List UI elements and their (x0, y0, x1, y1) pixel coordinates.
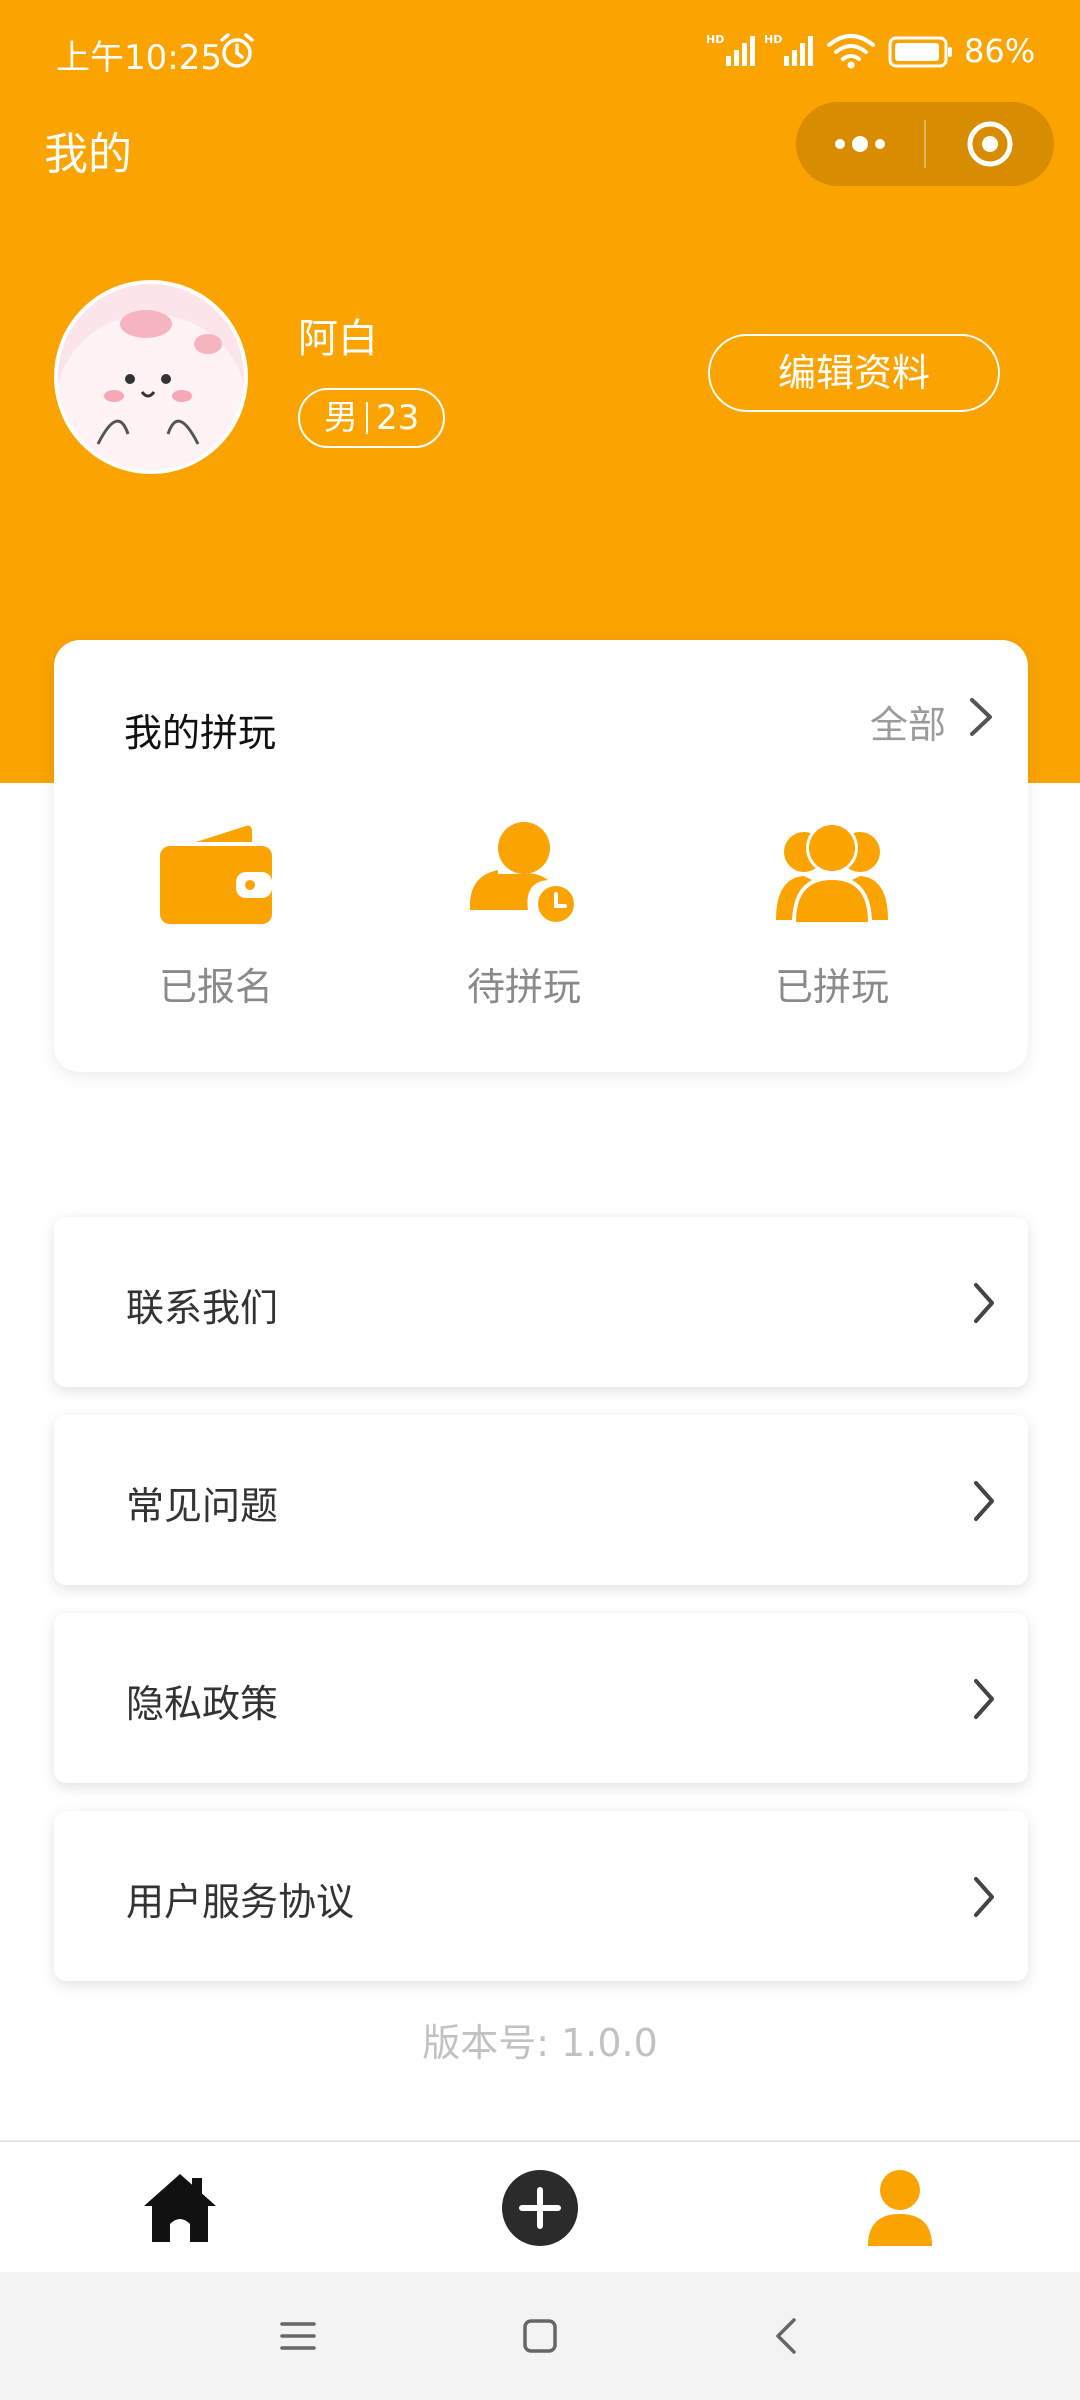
menu-label: 联系我们 (126, 1286, 279, 1330)
menu-icon[interactable] (274, 2312, 322, 2360)
system-nav-bar (0, 2272, 1080, 2400)
more-icon (835, 136, 885, 152)
wallet-icon (160, 825, 272, 924)
mini-program-capsule (796, 102, 1054, 186)
menu-faq[interactable]: 常见问题 (54, 1415, 1028, 1585)
signed-up-label: 已报名 (158, 965, 273, 1009)
page-title: 我的 (44, 129, 132, 180)
completed-entry[interactable]: 已拼玩 (732, 820, 932, 1020)
pending-label: 待拼玩 (466, 965, 581, 1009)
chevron-right-icon (974, 1877, 994, 1917)
gender-age-badge: 男 23 (298, 388, 446, 448)
completed-label: 已拼玩 (774, 965, 889, 1009)
more-button[interactable] (796, 102, 924, 186)
chevron-right-icon (974, 1481, 994, 1521)
battery-icon (888, 36, 952, 68)
menu-label: 常见问题 (126, 1484, 279, 1528)
edit-profile-button[interactable]: 编辑资料 (708, 334, 1000, 412)
wifi-icon (827, 34, 875, 69)
close-mini-program-button[interactable] (926, 102, 1054, 186)
chevron-right-icon[interactable] (966, 696, 996, 738)
version-text: 版本号: 1.0.0 (422, 2021, 658, 2065)
avatar[interactable] (54, 280, 248, 474)
tab-publish[interactable] (498, 2166, 582, 2250)
card-title: 我的拼玩 (124, 711, 277, 755)
profile-icon (868, 2170, 932, 2246)
home-square-icon[interactable] (516, 2312, 564, 2360)
badge-divider (366, 402, 368, 434)
svg-text:HD: HD (764, 33, 782, 46)
my-activities-card: 我的拼玩 全部 已报名 待拼玩 已拼玩 (54, 640, 1028, 1072)
signal-icon-2: HD (764, 33, 813, 66)
avatar-image (58, 284, 244, 470)
chevron-right-icon (974, 1283, 994, 1323)
menu-privacy-policy[interactable]: 隐私政策 (54, 1613, 1028, 1783)
age-label: 23 (376, 398, 420, 438)
status-bar: 上午10:25 HD HD 86% (0, 0, 1080, 100)
tab-home[interactable] (138, 2166, 222, 2250)
signal-icon: HD (706, 33, 755, 66)
menu-label: 隐私政策 (126, 1682, 279, 1726)
user-clock-icon (469, 822, 578, 926)
user-name: 阿白 (298, 316, 378, 362)
signed-up-entry[interactable]: 已报名 (116, 820, 316, 1020)
chevron-right-icon (974, 1679, 994, 1719)
target-icon (967, 121, 1013, 167)
tab-bar (0, 2140, 1080, 2272)
tab-profile[interactable] (858, 2166, 942, 2250)
view-all-link[interactable]: 全部 (870, 694, 946, 749)
alarm-icon (220, 33, 254, 68)
battery-level: 86% (964, 32, 1036, 70)
svg-text:HD: HD (706, 33, 724, 46)
back-icon[interactable] (764, 2312, 812, 2360)
add-circle-icon (502, 2170, 578, 2246)
menu-label: 用户服务协议 (126, 1880, 355, 1924)
gender-label: 男 (324, 398, 358, 438)
pending-entry[interactable]: 待拼玩 (424, 820, 624, 1020)
users-icon (776, 822, 888, 924)
menu-contact-us[interactable]: 联系我们 (54, 1217, 1028, 1387)
menu-user-agreement[interactable]: 用户服务协议 (54, 1811, 1028, 1981)
home-icon (144, 2174, 216, 2242)
status-time: 上午10:25 (56, 38, 222, 78)
